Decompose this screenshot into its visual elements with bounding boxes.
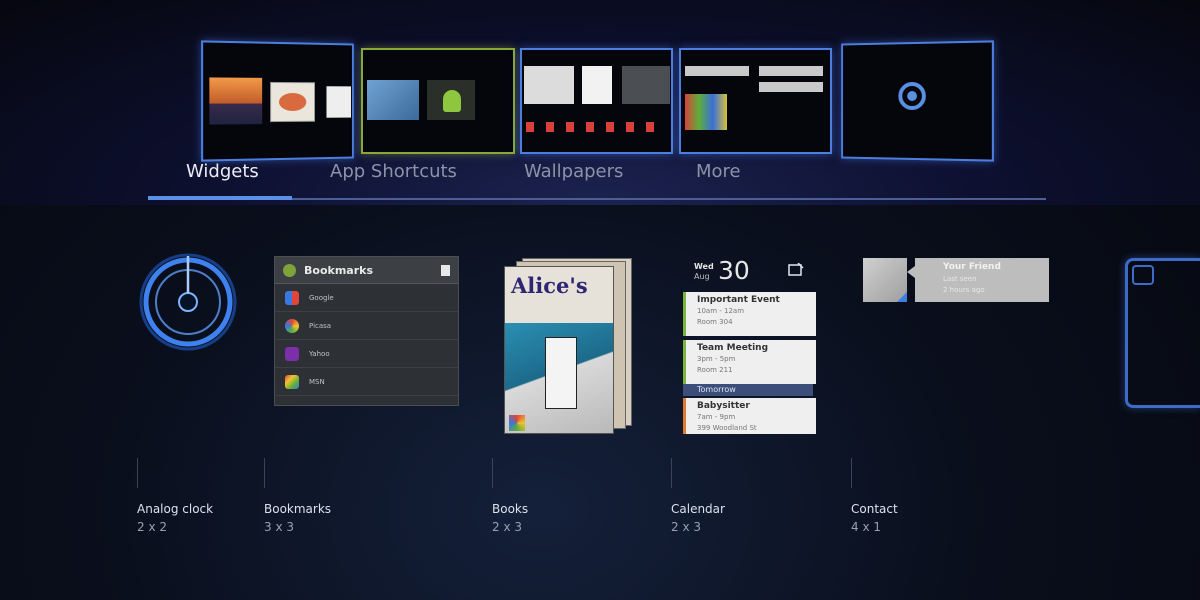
bookmark-item: Picasa	[275, 312, 458, 340]
list-widget-thumbnail	[326, 86, 351, 117]
calendar-event: Team Meeting 3pm - 5pm Room 211	[683, 340, 816, 384]
sunset-photo-widget	[209, 77, 262, 124]
calendar-event: Important Event 10am - 12am Room 304	[683, 292, 816, 336]
calendar-day-divider: Tomorrow	[683, 384, 813, 396]
label-tick	[851, 458, 852, 488]
bookmarks-widget-preview[interactable]: Bookmarks Google Picasa Yahoo MSN	[274, 256, 459, 406]
contact-status: Last seen	[943, 275, 977, 283]
widget-name: Contact	[851, 502, 898, 516]
widget-name: Bookmarks	[264, 502, 331, 516]
dark-widget-thumbnail	[622, 66, 670, 104]
browser-icon	[896, 80, 927, 112]
contact-bubble-pointer	[907, 266, 915, 278]
bookmarks-widget-thumbnail	[524, 66, 574, 104]
widget-size: 2 x 3	[671, 520, 701, 534]
home-screen-thumbnail-1[interactable]	[201, 40, 354, 161]
widget-name: Calendar	[671, 502, 725, 516]
google-icon	[285, 291, 299, 305]
tab-wallpapers[interactable]: Wallpapers	[524, 161, 623, 182]
widget-name: Books	[492, 502, 528, 516]
contact-badge-icon	[897, 292, 907, 302]
contact-widget-preview[interactable]: Your Friend Last seen 2 hours ago	[863, 258, 1049, 302]
tab-bar: Widgets App Shortcuts Wallpapers More	[0, 158, 1200, 188]
calendar-widget-preview[interactable]: Wed Aug 30 Important Event 10am - 12am R…	[682, 256, 814, 434]
yahoo-icon	[285, 347, 299, 361]
bookmarks-widget-header: Bookmarks	[275, 257, 458, 284]
label-tick	[137, 458, 138, 488]
home-screen-thumbnail-5[interactable]	[841, 40, 994, 161]
tab-app-shortcuts[interactable]: App Shortcuts	[330, 161, 457, 182]
calendar-day-name: Wed	[694, 262, 714, 271]
app-icons-row	[526, 122, 666, 132]
calendar-event: Babysitter 7am - 9pm 399 Woodland St	[683, 398, 816, 434]
widget-name: Analog clock	[137, 502, 213, 516]
contact-widget-thumbnail	[759, 82, 823, 92]
book-cover-title: Alice's	[511, 273, 588, 298]
picasa-icon	[285, 319, 299, 333]
label-tick	[264, 458, 265, 488]
bookmark-item: Google	[275, 284, 458, 312]
blue-photo-widget	[367, 80, 419, 120]
browser-icon	[283, 264, 296, 277]
books-app-icon	[509, 415, 525, 431]
analog-clock-icon	[136, 250, 240, 354]
home-screens-strip	[0, 38, 1200, 163]
label-tick	[492, 458, 493, 488]
bookmark-icon	[441, 265, 450, 276]
analog-clock-widget-preview[interactable]	[136, 250, 240, 354]
food-photo-widget	[270, 82, 315, 122]
folder-tab-icon	[1132, 265, 1154, 285]
calendar-day-number: 30	[718, 256, 750, 285]
bookmark-item: Yahoo	[275, 340, 458, 368]
contact-widget-thumbnail	[685, 66, 749, 76]
book-cover-figure	[545, 337, 577, 409]
label-tick	[671, 458, 672, 488]
bookmark-item: MSN	[275, 368, 458, 396]
msn-icon	[285, 375, 299, 389]
list-widget-thumbnail	[582, 66, 612, 104]
home-screen-thumbnail-2[interactable]	[361, 48, 515, 154]
widget-size: 2 x 2	[137, 520, 167, 534]
tab-more[interactable]: More	[696, 161, 741, 182]
widget-size: 4 x 1	[851, 520, 881, 534]
add-event-icon	[788, 263, 804, 277]
tab-widgets[interactable]: Widgets	[186, 161, 259, 182]
book-cover: Alice's	[504, 266, 614, 434]
books-widget-preview[interactable]: Alice's	[504, 258, 632, 434]
widget-size: 2 x 3	[492, 520, 522, 534]
photo-collage-widget	[685, 94, 727, 130]
calendar-month: Aug	[694, 272, 710, 281]
home-screen-thumbnail-3[interactable]	[520, 48, 673, 154]
widget-size: 3 x 3	[264, 520, 294, 534]
partial-widget-preview[interactable]	[1125, 258, 1200, 408]
android-photo-widget	[427, 80, 475, 120]
bookmarks-widget-title: Bookmarks	[304, 264, 373, 277]
home-screen-thumbnail-4[interactable]	[679, 48, 832, 154]
contact-name: Your Friend	[943, 262, 1001, 272]
contact-time: 2 hours ago	[943, 286, 985, 294]
tab-active-indicator	[148, 196, 292, 200]
contact-bubble: Your Friend Last seen 2 hours ago	[915, 258, 1049, 302]
contact-widget-thumbnail	[759, 66, 823, 76]
